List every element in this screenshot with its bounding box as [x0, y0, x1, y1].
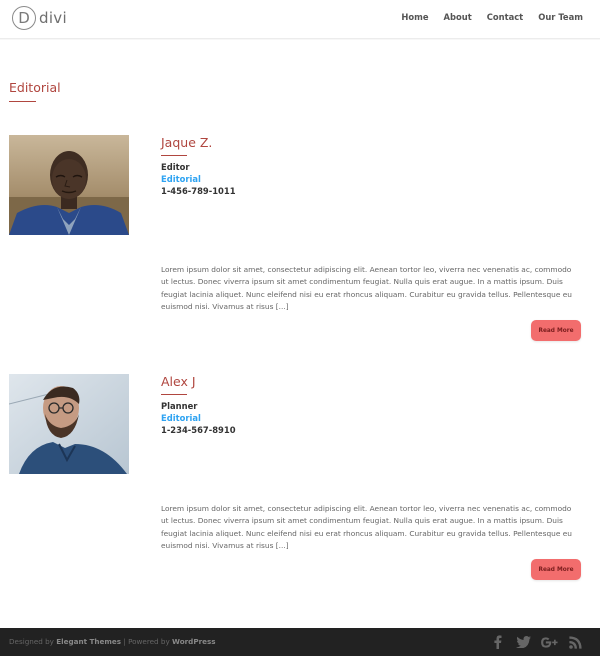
nav-item-our-team[interactable]: Our Team [538, 12, 583, 22]
site-logo[interactable]: D divi [12, 6, 67, 30]
section-title: Editorial [9, 80, 61, 95]
member-role: Editor [161, 162, 190, 172]
rss-icon[interactable] [566, 634, 584, 650]
nav-item-about[interactable]: About [444, 12, 472, 22]
member-role: Planner [161, 401, 198, 411]
member-excerpt: Lorem ipsum dolor sit amet, consectetur … [161, 504, 572, 550]
footer-designed-by: Designed by [9, 637, 54, 646]
member-department-link[interactable]: Editorial [161, 413, 201, 423]
section-title-divider [9, 101, 36, 102]
member-department-link[interactable]: Editorial [161, 174, 201, 184]
main-nav: Home About Contact Our Team [386, 12, 583, 22]
member-photo[interactable] [9, 374, 129, 474]
footer-credit: Designed by Elegant Themes | Powered by … [9, 637, 216, 646]
footer-separator: | [123, 637, 126, 646]
facebook-icon[interactable] [488, 634, 506, 650]
footer-platform-link[interactable]: WordPress [172, 637, 216, 646]
member-name-divider [161, 394, 187, 395]
logo-mark: D [12, 6, 36, 30]
member-photo[interactable] [9, 135, 129, 235]
member-name-divider [161, 155, 187, 156]
read-more-button[interactable]: Read More [531, 559, 581, 580]
nav-item-contact[interactable]: Contact [487, 12, 524, 22]
site-footer: Designed by Elegant Themes | Powered by … [0, 628, 600, 656]
twitter-icon[interactable] [514, 634, 532, 650]
social-links [480, 634, 584, 650]
member-name[interactable]: Alex J [161, 374, 196, 389]
footer-theme-link[interactable]: Elegant Themes [56, 637, 121, 646]
member-phone: 1-456-789-1011 [161, 186, 236, 196]
footer-powered-by: Powered by [128, 637, 170, 646]
read-more-button[interactable]: Read More [531, 320, 581, 341]
member-excerpt: Lorem ipsum dolor sit amet, consectetur … [161, 265, 572, 311]
logo-text: divi [39, 9, 67, 27]
nav-item-home[interactable]: Home [401, 12, 428, 22]
member-phone: 1-234-567-8910 [161, 425, 236, 435]
member-name[interactable]: Jaque Z. [161, 135, 212, 150]
site-header: D divi Home About Contact Our Team [0, 0, 600, 39]
google-plus-icon[interactable] [540, 634, 558, 650]
